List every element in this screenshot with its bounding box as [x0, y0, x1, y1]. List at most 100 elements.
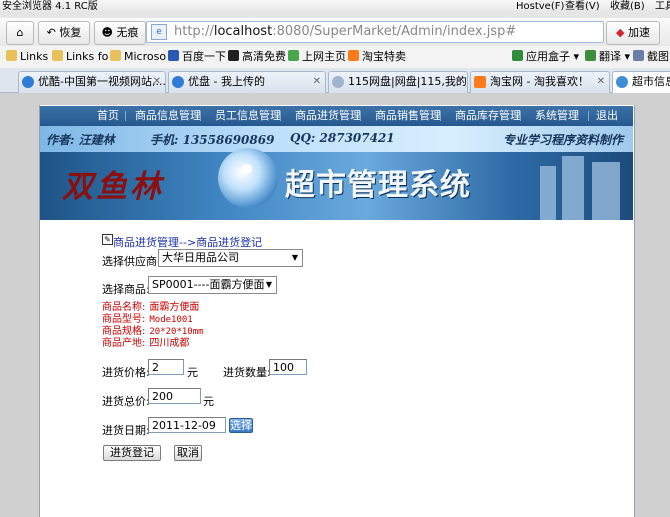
- close-icon[interactable]: ✕: [455, 72, 463, 92]
- product-info: 商品名称: 面霸方便面 商品型号: Mode1001 商品规格: 20*20*10mm…: [102, 302, 204, 350]
- restore-label: 恢复: [59, 26, 82, 39]
- translate-icon: [585, 50, 596, 61]
- navigation-bar: ⌂ ↶ 恢复 ☻ 无痕 e http://localhost:8080/Supe…: [0, 18, 670, 47]
- product-select[interactable]: SP0001----面霸方便面 ▼: [148, 276, 277, 294]
- menu-sales[interactable]: 商品销售管理: [375, 106, 441, 126]
- date-label: 进货日期:: [102, 424, 150, 437]
- quantity-input[interactable]: 100: [269, 359, 307, 375]
- youku-icon: [22, 76, 34, 88]
- baidu-icon: [168, 50, 179, 61]
- bookmark-taobao-sale[interactable]: 淘宝特卖: [348, 49, 406, 65]
- menu-home[interactable]: 首页: [97, 106, 119, 126]
- address-url[interactable]: http://localhost:8080/SuperMarket/Admin/…: [174, 22, 516, 42]
- product-model-row: 商品型号: Mode1001: [102, 314, 193, 325]
- quantity-label: 进货数量:: [223, 366, 271, 379]
- edit-icon: ✎: [102, 234, 113, 245]
- accelerate-button[interactable]: ◆ 加速: [606, 21, 660, 45]
- close-icon[interactable]: ✕: [313, 72, 321, 92]
- site-menu: 首页 商品信息管理 员工信息管理 商品进货管理 商品销售管理 商品库存管理 系统…: [40, 106, 633, 126]
- bookmark-homepage[interactable]: 上网主页: [288, 49, 346, 65]
- site-banner: 作者: 汪建林 手机: 13558690869 QQ: 287307421 专业…: [40, 126, 633, 220]
- dropdown-arrow-icon: ▼: [265, 280, 272, 289]
- bookmark-baidu[interactable]: 百度一下: [168, 49, 226, 65]
- tab-taobao[interactable]: 淘宝网 - 淘我喜欢！ ✕: [470, 71, 610, 93]
- window-title: 安全浏览器 4.1 RC版: [2, 1, 98, 12]
- menu-separator: [588, 111, 589, 121]
- product-spec-row: 商品规格: 20*20*10mm: [102, 326, 204, 337]
- cancel-button[interactable]: 取消: [174, 445, 202, 461]
- bookmark-hd-free[interactable]: 高清免费: [228, 49, 286, 65]
- app-box-icon: [512, 50, 523, 61]
- tab-youpan[interactable]: 优盘 - 我上传的 ✕: [168, 71, 326, 93]
- menu-separator: [200, 111, 201, 121]
- menu-employee-info[interactable]: 员工信息管理: [215, 106, 281, 126]
- scissors-icon: [633, 50, 644, 61]
- close-icon[interactable]: ✕: [597, 72, 605, 92]
- phone-info: 手机: 13558690869: [150, 133, 275, 147]
- dropdown-arrow-icon: ▼: [291, 253, 298, 262]
- supplier-select[interactable]: 大华日用品公司 ▼: [158, 249, 303, 267]
- bookmark-links-fo[interactable]: Links fo: [52, 49, 108, 65]
- screenshot-button[interactable]: 截图: [633, 49, 669, 65]
- tab-bar: 优酷-中国第一视频网站,... ✕ 优盘 - 我上传的 ✕ 115网盘|网盘|1…: [0, 68, 670, 93]
- address-bar[interactable]: e http://localhost:8080/SuperMarket/Admi…: [146, 21, 604, 43]
- author-info: 作者: 汪建林: [46, 133, 115, 147]
- app-box-button[interactable]: 应用盒子 ▾: [512, 49, 579, 65]
- restore-button[interactable]: ↶ 恢复: [38, 21, 90, 45]
- menu-separator: [125, 111, 126, 121]
- home-icon: ⌂: [16, 26, 24, 39]
- incognito-icon: ☻: [101, 26, 113, 39]
- bookmark-microsoft[interactable]: Microso: [110, 49, 166, 65]
- price-input[interactable]: 2: [148, 359, 184, 375]
- tab-youku[interactable]: 优酷-中国第一视频网站,... ✕: [18, 71, 166, 93]
- menu-separator: [520, 111, 521, 121]
- menu-view[interactable]: 查看(V): [565, 0, 600, 14]
- menu-product-info[interactable]: 商品信息管理: [135, 106, 201, 126]
- close-icon[interactable]: ✕: [153, 72, 161, 92]
- menu-favorites[interactable]: 收藏(B): [610, 0, 645, 14]
- bookmark-links[interactable]: Links: [6, 49, 48, 65]
- product-origin-row: 商品产地: 四川成都: [102, 338, 190, 349]
- page-icon: [332, 76, 344, 88]
- supplier-label: 选择供应商:: [102, 255, 161, 268]
- restore-icon: ↶: [46, 26, 56, 39]
- total-label: 进货总价:: [102, 395, 150, 408]
- menu-system[interactable]: 系统管理: [535, 106, 579, 126]
- menu-inventory[interactable]: 商品库存管理: [455, 106, 521, 126]
- home-button[interactable]: ⌂: [6, 21, 34, 45]
- submit-button[interactable]: 进货登记: [103, 445, 161, 461]
- menu-purchase[interactable]: 商品进货管理: [295, 106, 361, 126]
- menu-logout[interactable]: 退出: [596, 106, 618, 126]
- window-titlebar: 安全浏览器 4.1 RC版 Hostve(F) 查看(V) 收藏(B) 工具: [0, 0, 670, 14]
- price-unit: 元: [187, 366, 198, 379]
- menu-tools[interactable]: 工具: [655, 0, 670, 14]
- brand-name: 双鱼林: [62, 169, 164, 205]
- tab-115[interactable]: 115网盘|网盘|115,我的... ✕: [328, 71, 468, 93]
- menu-separator: [280, 111, 281, 121]
- product-name-row: 商品名称: 面霸方便面: [102, 302, 200, 313]
- choose-date-button[interactable]: 选择: [229, 418, 253, 433]
- taobao-icon: [474, 76, 486, 88]
- breadcrumb: 商品进货管理-->商品进货登记: [113, 236, 263, 249]
- menu-separator: [360, 111, 361, 121]
- traceless-button[interactable]: ☻ 无痕: [94, 21, 146, 45]
- youpan-icon: [172, 76, 184, 88]
- folder-icon: [6, 50, 17, 61]
- taobao-icon: [348, 50, 359, 61]
- tab-supermarket[interactable]: 超市信息: [612, 71, 670, 93]
- shield-icon: ◆: [616, 26, 625, 39]
- accelerate-label: 加速: [627, 26, 650, 39]
- system-title: 超市管理系统: [285, 168, 471, 203]
- page-icon: [616, 76, 628, 88]
- translate-button[interactable]: 翻译 ▾: [585, 49, 630, 65]
- folder-icon: [52, 50, 63, 61]
- menu-separator: [440, 111, 441, 121]
- total-input[interactable]: 200: [148, 388, 201, 404]
- price-label: 进货价格:: [102, 366, 150, 379]
- product-label: 选择商品:: [102, 283, 150, 296]
- date-input[interactable]: 2011-12-09: [148, 417, 226, 433]
- banner-orb: [218, 148, 278, 208]
- total-unit: 元: [203, 395, 214, 408]
- menu-file[interactable]: Hostve(F): [516, 0, 564, 14]
- folder-icon: [110, 50, 121, 61]
